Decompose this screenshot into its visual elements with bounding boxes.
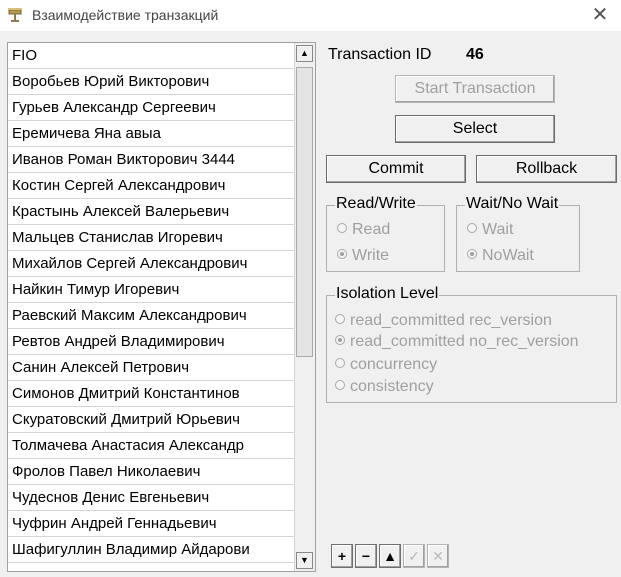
commit-button[interactable]: Commit: [326, 155, 466, 183]
isolation-level-group: Isolation Level read_committed rec_versi…: [326, 285, 617, 403]
radio-dot: [335, 358, 345, 368]
scroll-down-icon[interactable]: ▼: [296, 552, 313, 569]
table-row[interactable]: Воробьев Юрий Викторович: [8, 69, 295, 95]
radio-dot: [337, 223, 347, 233]
radio-consistency[interactable]: consistency: [335, 378, 434, 396]
table-row[interactable]: Мальцев Станислав Игоревич: [8, 225, 295, 251]
table-row[interactable]: Скуратовский Дмитрий Юрьевич: [8, 407, 295, 433]
read-write-title: Read/Write: [335, 195, 417, 213]
scroll-up-icon[interactable]: ▲: [296, 45, 313, 62]
radio-nowait[interactable]: NoWait: [467, 247, 534, 265]
radio-dot: [467, 249, 477, 259]
rollback-button[interactable]: Rollback: [476, 155, 617, 183]
nav-post-button[interactable]: ✓: [403, 544, 425, 568]
select-button[interactable]: Select: [395, 115, 555, 143]
isolation-level-title: Isolation Level: [335, 285, 440, 303]
table-row[interactable]: Крастынь Алексей Валерьевич: [8, 199, 295, 225]
title-bar: Взаимодействие транзакций ✕: [0, 0, 621, 31]
radio-concurrency[interactable]: concurrency: [335, 356, 437, 374]
start-transaction-button[interactable]: Start Transaction: [395, 75, 555, 103]
wait-group: Wait/No Wait Wait NoWait: [456, 195, 580, 272]
radio-dot: [335, 380, 345, 390]
radio-dot: [335, 314, 345, 324]
nav-add-button[interactable]: +: [331, 544, 353, 568]
table-row[interactable]: Костин Сергей Александрович: [8, 173, 295, 199]
radio-read-committed-no-rec-version[interactable]: read_committed no_rec_version: [335, 333, 579, 351]
fio-grid[interactable]: FIO Воробьев Юрий Викторович Гурьев Алекс…: [7, 42, 316, 572]
scrollbar-thumb[interactable]: [296, 67, 313, 357]
wait-title: Wait/No Wait: [465, 195, 560, 213]
table-row[interactable]: Михайлов Сергей Александрович: [8, 251, 295, 277]
nav-cancel-button[interactable]: ✕: [427, 544, 449, 568]
table-row[interactable]: Иванов Роман Викторович 3444: [8, 147, 295, 173]
radio-dot: [337, 249, 347, 259]
table-row[interactable]: Толмачева Анастасия Александр: [8, 433, 295, 459]
read-write-group: Read/Write Read Write: [326, 195, 445, 272]
table-row[interactable]: Симонов Дмитрий Константинов: [8, 381, 295, 407]
radio-read-committed-rec-version[interactable]: read_committed rec_version: [335, 312, 552, 330]
table-row[interactable]: Гурьев Александр Сергеевич: [8, 95, 295, 121]
column-header-fio[interactable]: FIO: [8, 43, 295, 69]
table-row[interactable]: Шафигуллин Владимир Айдарови: [8, 537, 295, 563]
database-icon: [8, 8, 22, 22]
table-row[interactable]: Раевский Максим Александрович: [8, 303, 295, 329]
radio-read[interactable]: Read: [337, 221, 390, 239]
radio-dot: [335, 335, 345, 345]
nav-up-button[interactable]: ▲: [379, 544, 401, 568]
table-row[interactable]: Санин Алексей Петрович: [8, 355, 295, 381]
transaction-id-value: 46: [466, 46, 484, 63]
nav-delete-button[interactable]: −: [355, 544, 377, 568]
transaction-id-label: Transaction ID: [328, 46, 432, 63]
table-row[interactable]: Еремичева Яна авыа: [8, 121, 295, 147]
radio-wait[interactable]: Wait: [467, 221, 513, 239]
window-title: Взаимодействие транзакций: [32, 7, 219, 23]
close-icon[interactable]: ✕: [587, 3, 613, 27]
table-row[interactable]: Найкин Тимур Игоревич: [8, 277, 295, 303]
radio-dot: [467, 223, 477, 233]
table-row[interactable]: Чуфрин Андрей Геннадьевич: [8, 511, 295, 537]
table-row[interactable]: Ревтов Андрей Владимирович: [8, 329, 295, 355]
table-row[interactable]: Чудеснов Денис Евгеньевич: [8, 485, 295, 511]
table-row[interactable]: Фролов Павел Николаевич: [8, 459, 295, 485]
vertical-scrollbar[interactable]: ▲ ▼: [294, 43, 315, 571]
radio-write[interactable]: Write: [337, 247, 389, 265]
